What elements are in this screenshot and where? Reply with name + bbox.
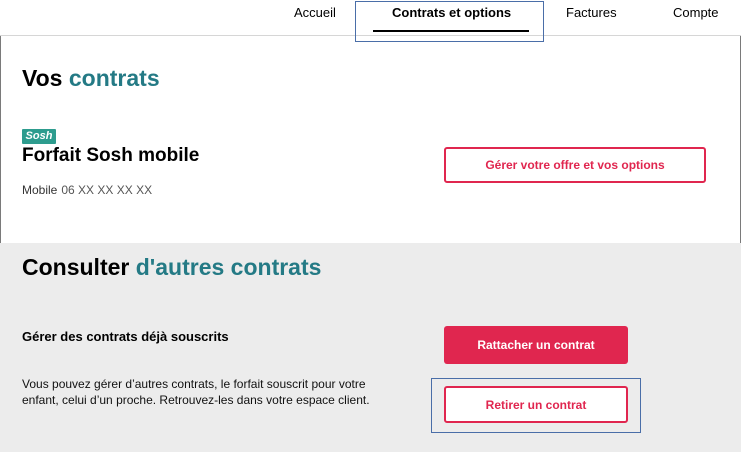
title-accent: contrats: [68, 65, 160, 91]
manage-offer-button[interactable]: Gérer votre offre et vos options: [444, 147, 706, 183]
nav-item-factures[interactable]: Factures: [566, 5, 617, 20]
nav-item-compte[interactable]: Compte: [673, 5, 719, 20]
manage-contracts-subtitle: Gérer des contrats déjà souscrits: [22, 329, 229, 344]
line-label: Mobile: [22, 183, 58, 197]
offer-name: Forfait Sosh mobile: [22, 145, 200, 166]
other-contracts-description: Vous pouvez gérer d’autres contrats, le …: [22, 377, 370, 407]
focus-highlight-nav: [355, 1, 544, 42]
section-title-prefix: Consulter: [22, 254, 130, 280]
section-title: Consulter d'autres contrats: [22, 254, 321, 281]
nav-item-accueil[interactable]: Accueil: [294, 5, 336, 20]
mobile-line: Mobile 06 XX XX XX XX: [22, 183, 152, 197]
sosh-logo: Sosh: [22, 129, 56, 144]
page-title: Vos contrats: [22, 65, 160, 92]
focus-highlight-remove: [431, 378, 641, 433]
section-title-accent: d'autres contrats: [135, 254, 322, 280]
attach-contract-button[interactable]: Rattacher un contrat: [444, 326, 628, 364]
line-number: 06 XX XX XX XX: [61, 183, 153, 197]
title-prefix: Vos: [22, 65, 63, 91]
